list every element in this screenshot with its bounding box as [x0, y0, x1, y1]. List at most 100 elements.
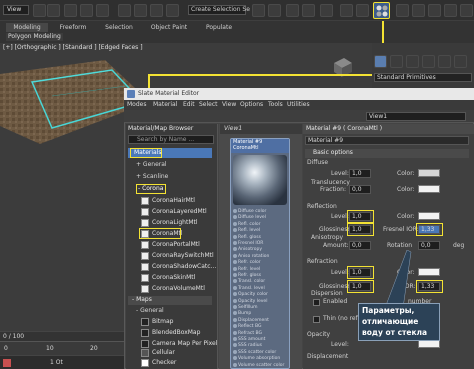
material-node-header[interactable]: Material #9 CoronaMtl	[231, 139, 289, 153]
tab-selection[interactable]: Selection	[98, 23, 140, 32]
snap-icon[interactable]	[118, 4, 131, 17]
slot-connector-icon[interactable]	[233, 298, 237, 303]
scanline-group[interactable]: + Scanline	[136, 173, 168, 181]
slot-connector-icon[interactable]	[233, 349, 237, 354]
schematic-icon[interactable]	[302, 4, 315, 17]
slot-connector-icon[interactable]	[233, 343, 237, 348]
material-name-field[interactable]: Material #9	[305, 136, 469, 145]
slate-material-editor-button[interactable]	[373, 2, 390, 19]
slot-connector-icon[interactable]	[233, 228, 237, 233]
corona-skin-mtl[interactable]: CoronaSkinMtl	[141, 273, 211, 284]
corona-layered-mtl[interactable]: CoronaLayeredMtl	[141, 207, 211, 218]
general-group[interactable]: + General	[136, 161, 167, 169]
slot-connector-icon[interactable]	[233, 305, 237, 309]
render-production-icon[interactable]	[412, 4, 425, 17]
move-icon[interactable]	[64, 4, 77, 17]
translucency-color-swatch[interactable]	[418, 185, 440, 193]
slot-connector-icon[interactable]	[233, 241, 237, 245]
render-active-icon[interactable]	[428, 4, 441, 17]
curve-editor-icon[interactable]	[286, 4, 299, 17]
anisotropy-amount-spinner[interactable]: 0,0	[349, 241, 371, 250]
corona-shadowcatcher-mtl[interactable]: CoronaShadowCatc...	[141, 262, 216, 273]
display-icon[interactable]	[438, 55, 451, 68]
corona-volume-mtl[interactable]: CoronaVolumeMtl	[141, 284, 211, 295]
view1-tab[interactable]: View1	[220, 124, 302, 134]
maps-header[interactable]: - Maps	[128, 296, 212, 305]
slot-connector-icon[interactable]	[233, 234, 237, 239]
selection-set-dropdown[interactable]: Create Selection Se	[188, 5, 250, 15]
tab-modeling[interactable]: Modeling	[6, 23, 48, 32]
render-setup-icon[interactable]	[340, 4, 353, 17]
slot-connector-icon[interactable]	[233, 260, 237, 265]
node-slot[interactable]: Volume scatter color	[233, 362, 284, 369]
modify-icon[interactable]	[390, 55, 403, 68]
slot-connector-icon[interactable]	[233, 317, 237, 322]
slot-connector-icon[interactable]	[233, 209, 237, 213]
view-name-field[interactable]: View1	[366, 112, 466, 121]
corona-group[interactable]: - Corona	[138, 185, 163, 193]
scale-icon[interactable]	[96, 4, 109, 17]
corona-rayswitch-mtl[interactable]: CoronaRaySwitchMtl	[141, 251, 214, 262]
select-icon[interactable]	[33, 4, 46, 17]
utilities-icon[interactable]	[454, 55, 467, 68]
render-iterative-icon[interactable]	[444, 4, 457, 17]
menu-modes[interactable]: Modes	[127, 101, 146, 109]
map-blendedbox[interactable]: BlendedBoxMap	[141, 328, 211, 339]
slot-connector-icon[interactable]	[233, 292, 237, 297]
menu-select[interactable]: Select	[199, 101, 218, 109]
material-editor-icon[interactable]	[320, 4, 333, 17]
menu-tools[interactable]: Tools	[268, 101, 283, 109]
slot-connector-icon[interactable]	[233, 356, 237, 361]
corona-hair-mtl[interactable]: CoronaHairMtl	[141, 196, 211, 207]
view-dropdown[interactable]: View	[3, 5, 29, 15]
basic-options-rollout[interactable]: Basic options	[305, 149, 469, 158]
slot-connector-icon[interactable]	[233, 362, 237, 367]
slot-connector-icon[interactable]	[233, 273, 237, 277]
refraction-color-swatch[interactable]	[418, 268, 440, 276]
menu-view[interactable]: View	[222, 101, 236, 109]
dispersion-enabled-checkbox[interactable]	[313, 299, 320, 306]
angle-snap-icon[interactable]	[134, 4, 147, 17]
mirror-icon[interactable]	[166, 4, 179, 17]
slot-connector-icon[interactable]	[233, 279, 237, 284]
slot-connector-icon[interactable]	[233, 253, 237, 258]
opacity-color-swatch[interactable]	[418, 340, 440, 348]
editor-titlebar[interactable]: Slate Material Editor	[124, 88, 474, 100]
tab-populate[interactable]: Populate	[198, 23, 240, 32]
motion-icon[interactable]	[422, 55, 435, 68]
reflection-color-swatch[interactable]	[418, 212, 440, 220]
map-checker[interactable]: Checker	[141, 358, 211, 369]
ribbon-sub-label[interactable]: Polygon Modeling	[6, 33, 63, 41]
viewport-label[interactable]: [+] [Orthographic ] [Standard ] [Edged F…	[3, 44, 143, 52]
slot-connector-icon[interactable]	[233, 285, 237, 290]
render-frame-icon[interactable]	[356, 4, 369, 17]
rotate-icon[interactable]	[80, 4, 93, 17]
tab-object-paint[interactable]: Object Paint	[144, 23, 194, 32]
menu-utilities[interactable]: Utilities	[287, 101, 310, 109]
slot-connector-icon[interactable]	[233, 324, 237, 329]
slot-connector-icon[interactable]	[233, 266, 237, 271]
render-icon[interactable]	[396, 4, 409, 17]
slot-connector-icon[interactable]	[233, 247, 237, 252]
diffuse-level-spinner[interactable]: 1,0	[349, 169, 371, 178]
menu-material[interactable]: Material	[153, 101, 177, 109]
slot-connector-icon[interactable]	[233, 337, 237, 341]
thin-checkbox[interactable]	[313, 316, 320, 323]
maps-general-group[interactable]: - General	[136, 307, 164, 315]
diffuse-color-swatch[interactable]	[418, 169, 440, 177]
slot-connector-icon[interactable]	[233, 221, 237, 226]
slot-connector-icon[interactable]	[233, 215, 237, 220]
primitives-dropdown[interactable]: Standard Primitives	[374, 73, 472, 82]
timeline[interactable]: 0 / 100	[0, 331, 124, 341]
slot-connector-icon[interactable]	[233, 311, 237, 316]
slot-connector-icon[interactable]	[233, 330, 237, 335]
select-region-icon[interactable]	[47, 4, 60, 17]
menu-edit[interactable]: Edit	[183, 101, 195, 109]
map-bitmap[interactable]: Bitmap	[141, 317, 211, 328]
translucency-fraction-spinner[interactable]: 0,0	[349, 185, 371, 194]
tab-freeform[interactable]: Freeform	[52, 23, 94, 32]
hierarchy-icon[interactable]	[406, 55, 419, 68]
menu-options[interactable]: Options	[240, 101, 263, 109]
percent-snap-icon[interactable]	[150, 4, 163, 17]
browser-search[interactable]: Search by Name ...	[128, 135, 214, 144]
